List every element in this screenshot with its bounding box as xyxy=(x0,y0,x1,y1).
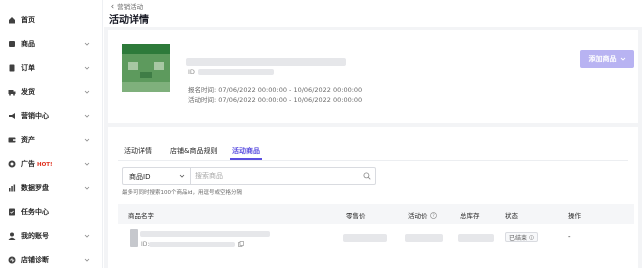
diagnosis-icon xyxy=(8,256,16,264)
sidebar-item-task-center[interactable]: 任务中心 xyxy=(0,202,103,222)
activity-thumbnail xyxy=(122,44,170,92)
chevron-down-icon xyxy=(84,42,90,46)
search-type-select[interactable]: 商品ID xyxy=(123,168,191,184)
ad-icon xyxy=(8,160,16,168)
column-header-retail-price: 零售价 xyxy=(346,212,366,220)
search-input[interactable] xyxy=(195,169,355,183)
sidebar-item-label: 广告 HOT! xyxy=(21,160,53,168)
activity-info-card: ID 报名时间: 07/06/2022 00:00:00 - 10/06/202… xyxy=(108,30,638,123)
activity-id-redacted xyxy=(198,69,274,75)
product-thumbnail xyxy=(130,229,138,247)
chevron-down-icon xyxy=(84,66,90,70)
tab-activity-details[interactable]: 活动详情 xyxy=(124,146,152,156)
chevron-down-icon xyxy=(84,114,90,118)
sidebar-item-marketing[interactable]: 营销中心 xyxy=(0,106,103,126)
add-product-button[interactable]: 添加商品 xyxy=(580,50,634,68)
product-search: 商品ID xyxy=(122,167,376,185)
page-header: 营销活动 活动详情 xyxy=(104,0,642,27)
sidebar-item-label: 我的账号 xyxy=(21,232,49,240)
chevron-down-icon xyxy=(84,138,90,142)
main-content: 营销活动 活动详情 ID 报名时间: 07/06/2022 00:00:00 -… xyxy=(104,0,642,268)
page-title: 活动详情 xyxy=(109,15,149,26)
sidebar-item-label: 资产 xyxy=(21,136,35,144)
activity-price-redacted xyxy=(405,234,443,242)
sidebar-item-label: 任务中心 xyxy=(21,208,49,216)
tabs-divider xyxy=(118,160,628,161)
sidebar-item-product[interactable]: 商品 xyxy=(0,34,103,54)
chevron-down-icon xyxy=(620,57,625,61)
user-icon xyxy=(8,232,16,240)
status-badge: 已结束 xyxy=(505,232,539,242)
task-icon xyxy=(9,208,15,216)
info-icon[interactable] xyxy=(529,234,534,240)
search-type-value: 商品ID xyxy=(129,173,151,181)
column-header-product-name: 商品名字 xyxy=(128,212,154,220)
sidebar-item-my-account[interactable]: 我的账号 xyxy=(0,226,103,246)
activity-name-redacted xyxy=(186,58,346,66)
truck-icon xyxy=(8,90,16,96)
sidebar-item-assets[interactable]: 资产 xyxy=(0,130,103,150)
sidebar-item-label: 营销中心 xyxy=(21,112,49,120)
chevron-left-icon xyxy=(111,4,114,9)
sidebar-item-data-compass[interactable]: 数据罗盘 xyxy=(0,178,103,198)
megaphone-icon xyxy=(9,113,15,119)
chevron-down-icon xyxy=(84,258,90,262)
activity-products-card: 活动详情 店铺&商品规则 活动商品 商品ID 最多可同时搜索100个商品id，用… xyxy=(108,127,638,268)
product-id-redacted xyxy=(149,242,235,247)
column-header-total-stock: 总库存 xyxy=(460,212,480,220)
sidebar-item-label: 商品 xyxy=(21,40,35,48)
sidebar-item-shop-diagnosis[interactable]: 店铺诊断 xyxy=(0,250,103,268)
chevron-down-icon xyxy=(84,162,90,166)
product-icon xyxy=(9,41,15,47)
column-header-status: 状态 xyxy=(505,212,518,220)
row-action: - xyxy=(568,233,571,241)
column-header-activity-price: 活动价? xyxy=(408,210,437,220)
tab-shop-product-rules[interactable]: 店铺&商品规则 xyxy=(170,146,217,156)
product-name-redacted xyxy=(140,231,270,237)
sidebar-item-label: 订单 xyxy=(21,64,35,72)
sidebar-item-ads[interactable]: 广告 HOT! xyxy=(0,154,103,174)
column-header-action: 操作 xyxy=(568,212,581,220)
signup-time: 报名时间: 07/06/2022 00:00:00 - 10/06/2022 0… xyxy=(188,86,363,94)
sidebar-item-home[interactable]: 首页 xyxy=(0,10,103,30)
retail-price-redacted xyxy=(343,234,387,242)
hot-badge: HOT! xyxy=(37,162,53,168)
chevron-down-icon xyxy=(179,174,185,178)
tab-activity-products[interactable]: 活动商品 xyxy=(232,146,260,156)
sidebar-item-label: 发货 xyxy=(21,88,35,96)
breadcrumb[interactable]: 营销活动 xyxy=(110,1,143,11)
search-icon[interactable] xyxy=(363,172,371,180)
wallet-icon xyxy=(8,137,16,143)
add-product-label: 添加商品 xyxy=(588,55,617,63)
activity-id-label: ID xyxy=(188,68,195,76)
table-header: 商品名字 零售价 活动价? 总库存 状态 操作 xyxy=(118,204,634,224)
order-icon xyxy=(9,64,15,72)
sidebar-item-label: 店铺诊断 xyxy=(21,256,49,264)
sidebar-item-label: 数据罗盘 xyxy=(21,184,49,192)
chevron-down-icon xyxy=(84,234,90,238)
search-hint: 最多可同时搜索100个商品id，用逗号或空格分隔 xyxy=(122,190,243,196)
chevron-down-icon xyxy=(84,90,90,94)
chevron-down-icon xyxy=(84,186,90,190)
sidebar-item-shipping[interactable]: 发货 xyxy=(0,82,103,102)
sidebar-item-label: 首页 xyxy=(21,16,35,24)
compass-icon xyxy=(9,184,16,192)
copy-icon[interactable] xyxy=(238,241,244,247)
breadcrumb-label: 营销活动 xyxy=(117,3,144,11)
status-label: 已结束 xyxy=(509,234,528,242)
home-icon xyxy=(9,17,15,24)
help-icon[interactable]: ? xyxy=(429,212,437,219)
total-stock-redacted xyxy=(458,234,494,242)
sidebar: 首页 商品 订单 发货 营销中心 资产 广告 HOT! 数据罗盘 任务中心 我的… xyxy=(0,0,103,268)
activity-time: 活动时间: 07/06/2022 00:00:00 - 10/06/2022 0… xyxy=(188,96,363,104)
table-row: ID: 已结束 - xyxy=(118,226,634,252)
sidebar-item-order[interactable]: 订单 xyxy=(0,58,103,78)
